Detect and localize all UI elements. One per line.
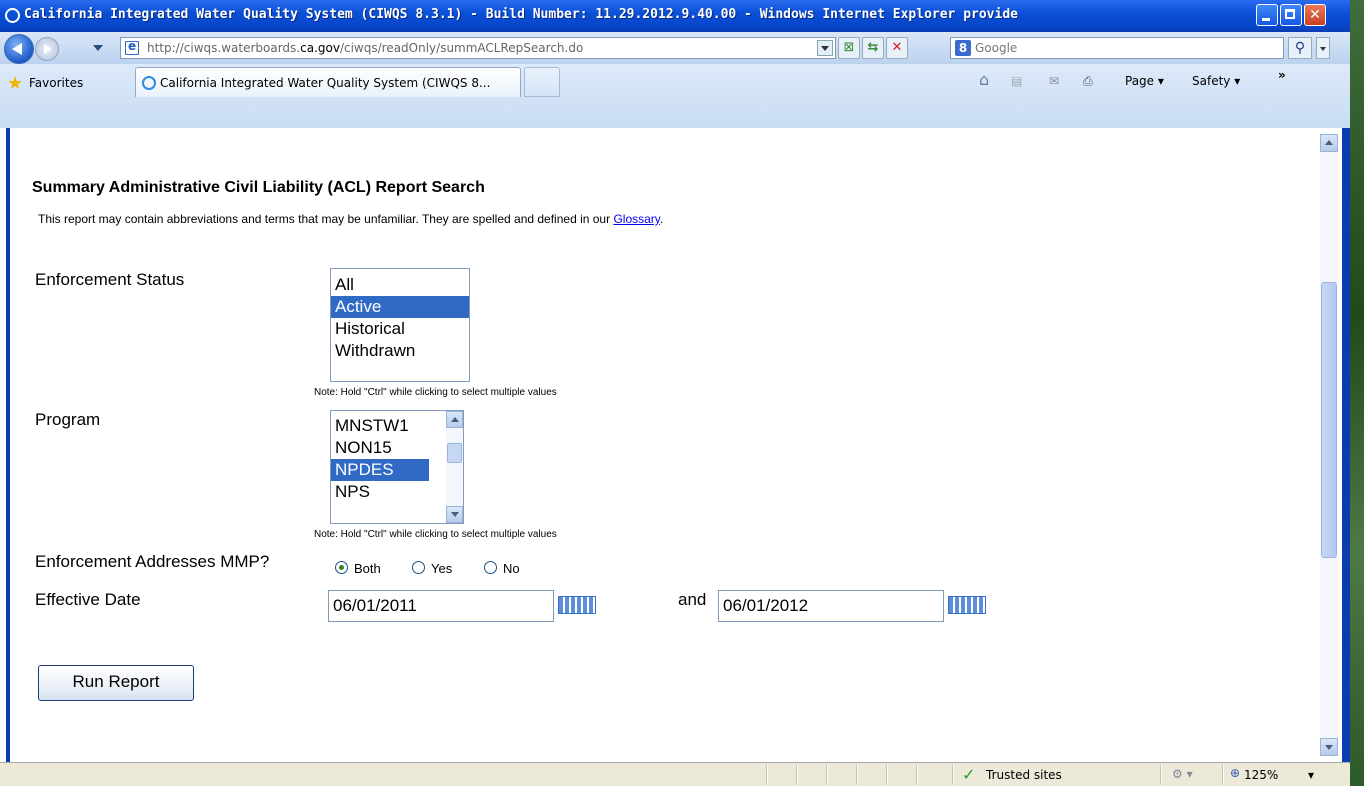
radio-label: Both	[354, 561, 381, 576]
mmp-radio-no[interactable]: No	[484, 561, 520, 576]
window-frame-left	[6, 128, 10, 762]
protected-mode-icon[interactable]: ⚙ ▾	[1172, 767, 1193, 781]
status-bar: ✓ Trusted sites ⚙ ▾ ⊕ 125% ▾	[0, 762, 1350, 786]
radio-label: Yes	[431, 561, 453, 576]
window-title: California Integrated Water Quality Syst…	[24, 7, 1018, 22]
intro-text: This report may contain abbreviations an…	[38, 212, 664, 226]
list-item-selected[interactable]: NPDES	[331, 459, 429, 481]
program-label: Program	[35, 410, 101, 429]
enforcement-status-note: Note: Hold "Ctrl" while clicking to sele…	[314, 387, 557, 398]
scroll-thumb[interactable]	[447, 443, 462, 463]
url-text: http://ciwqs.waterboards.ca.gov/ciwqs/re…	[147, 41, 584, 55]
radio-checked-icon	[335, 561, 348, 574]
safety-menu[interactable]: Safety ▾	[1192, 74, 1240, 88]
calendar-icon[interactable]	[558, 596, 596, 614]
status-divider	[886, 765, 888, 785]
browser-tab-active[interactable]: California Integrated Water Quality Syst…	[135, 67, 521, 97]
zoom-icon: ⊕	[1230, 766, 1241, 780]
status-divider	[1160, 765, 1162, 785]
list-item[interactable]: Withdrawn	[331, 340, 469, 362]
search-input[interactable]: 8 Google	[950, 37, 1284, 59]
scroll-up-arrow-icon[interactable]	[1320, 134, 1338, 152]
radio-unchecked-icon	[484, 561, 497, 574]
mmp-label: Enforcement Addresses MMP?	[35, 552, 270, 571]
effective-date-label: Effective Date	[35, 590, 141, 609]
and-label: and	[678, 590, 707, 609]
glossary-link[interactable]: Glossary	[613, 212, 659, 226]
new-tab-button[interactable]	[524, 67, 560, 97]
feeds-icon[interactable]: ▤	[1011, 74, 1022, 88]
favorites-bar: ★ Favorites California Integrated Water …	[0, 64, 1350, 129]
url-field[interactable]: http://ciwqs.waterboards.ca.gov/ciwqs/re…	[120, 37, 836, 59]
home-icon[interactable]: ⌂	[979, 70, 989, 89]
zoom-dropdown[interactable]: ▾	[1308, 768, 1314, 782]
back-button[interactable]	[4, 34, 34, 64]
address-bar: http://ciwqs.waterboards.ca.gov/ciwqs/re…	[0, 32, 1350, 64]
scroll-up-arrow-icon[interactable]	[446, 411, 463, 428]
ie-tab-icon	[142, 76, 156, 90]
status-divider	[796, 765, 798, 785]
list-item[interactable]: MNSTW1	[331, 415, 446, 437]
trusted-check-icon: ✓	[962, 765, 976, 784]
page-scrollbar[interactable]	[1320, 134, 1338, 756]
status-divider	[826, 765, 828, 785]
security-zone[interactable]: Trusted sites	[986, 768, 1062, 782]
status-divider	[766, 765, 768, 785]
list-item[interactable]: NPS	[331, 481, 446, 503]
program-scrollbar[interactable]	[446, 411, 463, 523]
refresh-button[interactable]: ⇆	[862, 37, 884, 59]
search-options-dropdown[interactable]	[1316, 37, 1330, 59]
radio-unchecked-icon	[412, 561, 425, 574]
mmp-radio-both[interactable]: Both	[335, 561, 381, 576]
list-item-selected[interactable]: Active	[331, 296, 469, 318]
favorites-star-icon[interactable]: ★	[7, 75, 23, 93]
window-frame-right	[1342, 128, 1350, 762]
scroll-down-arrow-icon[interactable]	[1320, 738, 1338, 756]
forward-button[interactable]	[35, 37, 59, 61]
page-content: Summary Administrative Civil Liability (…	[0, 128, 1350, 762]
ie-logo-icon	[5, 8, 20, 23]
url-dropdown-button[interactable]	[817, 40, 833, 56]
calendar-icon[interactable]	[948, 596, 986, 614]
close-button[interactable]	[1304, 4, 1326, 26]
radio-label: No	[503, 561, 520, 576]
favorites-button[interactable]: Favorites	[29, 76, 83, 90]
program-note: Note: Hold "Ctrl" while clicking to sele…	[314, 529, 557, 540]
mmp-radio-yes[interactable]: Yes	[412, 561, 452, 576]
status-divider	[1222, 765, 1224, 785]
page-title: Summary Administrative Civil Liability (…	[32, 179, 485, 196]
minimize-button[interactable]	[1256, 4, 1278, 26]
scroll-thumb[interactable]	[1321, 282, 1337, 558]
scroll-down-arrow-icon[interactable]	[446, 506, 463, 523]
compat-view-button[interactable]: ⊠	[838, 37, 860, 59]
run-report-button[interactable]: Run Report	[38, 665, 194, 701]
search-icon[interactable]: ⚲	[1288, 37, 1312, 59]
enforcement-status-label: Enforcement Status	[35, 270, 185, 289]
page-menu[interactable]: Page ▾	[1125, 74, 1164, 88]
list-item[interactable]: All	[331, 274, 469, 296]
title-bar: California Integrated Water Quality Syst…	[0, 0, 1350, 32]
mail-icon[interactable]: ✉	[1049, 74, 1059, 88]
zoom-level[interactable]: 125%	[1244, 768, 1278, 782]
tab-label: California Integrated Water Quality Syst…	[160, 76, 491, 90]
enforcement-status-listbox[interactable]: All Active Historical Withdrawn	[330, 268, 470, 382]
browser-window: California Integrated Water Quality Syst…	[0, 0, 1350, 786]
list-item[interactable]: Historical	[331, 318, 469, 340]
effective-date-from-input[interactable]: 06/01/2011	[328, 590, 554, 622]
desktop-background	[1350, 0, 1364, 786]
list-item[interactable]: NON15	[331, 437, 446, 459]
effective-date-to-input[interactable]: 06/01/2012	[718, 590, 944, 622]
status-divider	[856, 765, 858, 785]
page-icon	[125, 39, 139, 55]
print-icon[interactable]: ⎙	[1083, 74, 1093, 89]
search-placeholder: Google	[975, 41, 1018, 55]
status-divider	[952, 765, 954, 785]
program-listbox[interactable]: MNSTW1 NON15 NPDES NPS	[330, 410, 464, 524]
status-divider	[916, 765, 918, 785]
maximize-button[interactable]	[1280, 4, 1302, 26]
more-commands-chevron[interactable]: »	[1278, 68, 1286, 82]
stop-button[interactable]: ✕	[886, 37, 908, 59]
recent-pages-dropdown[interactable]	[93, 45, 103, 51]
google-icon: 8	[955, 40, 971, 56]
